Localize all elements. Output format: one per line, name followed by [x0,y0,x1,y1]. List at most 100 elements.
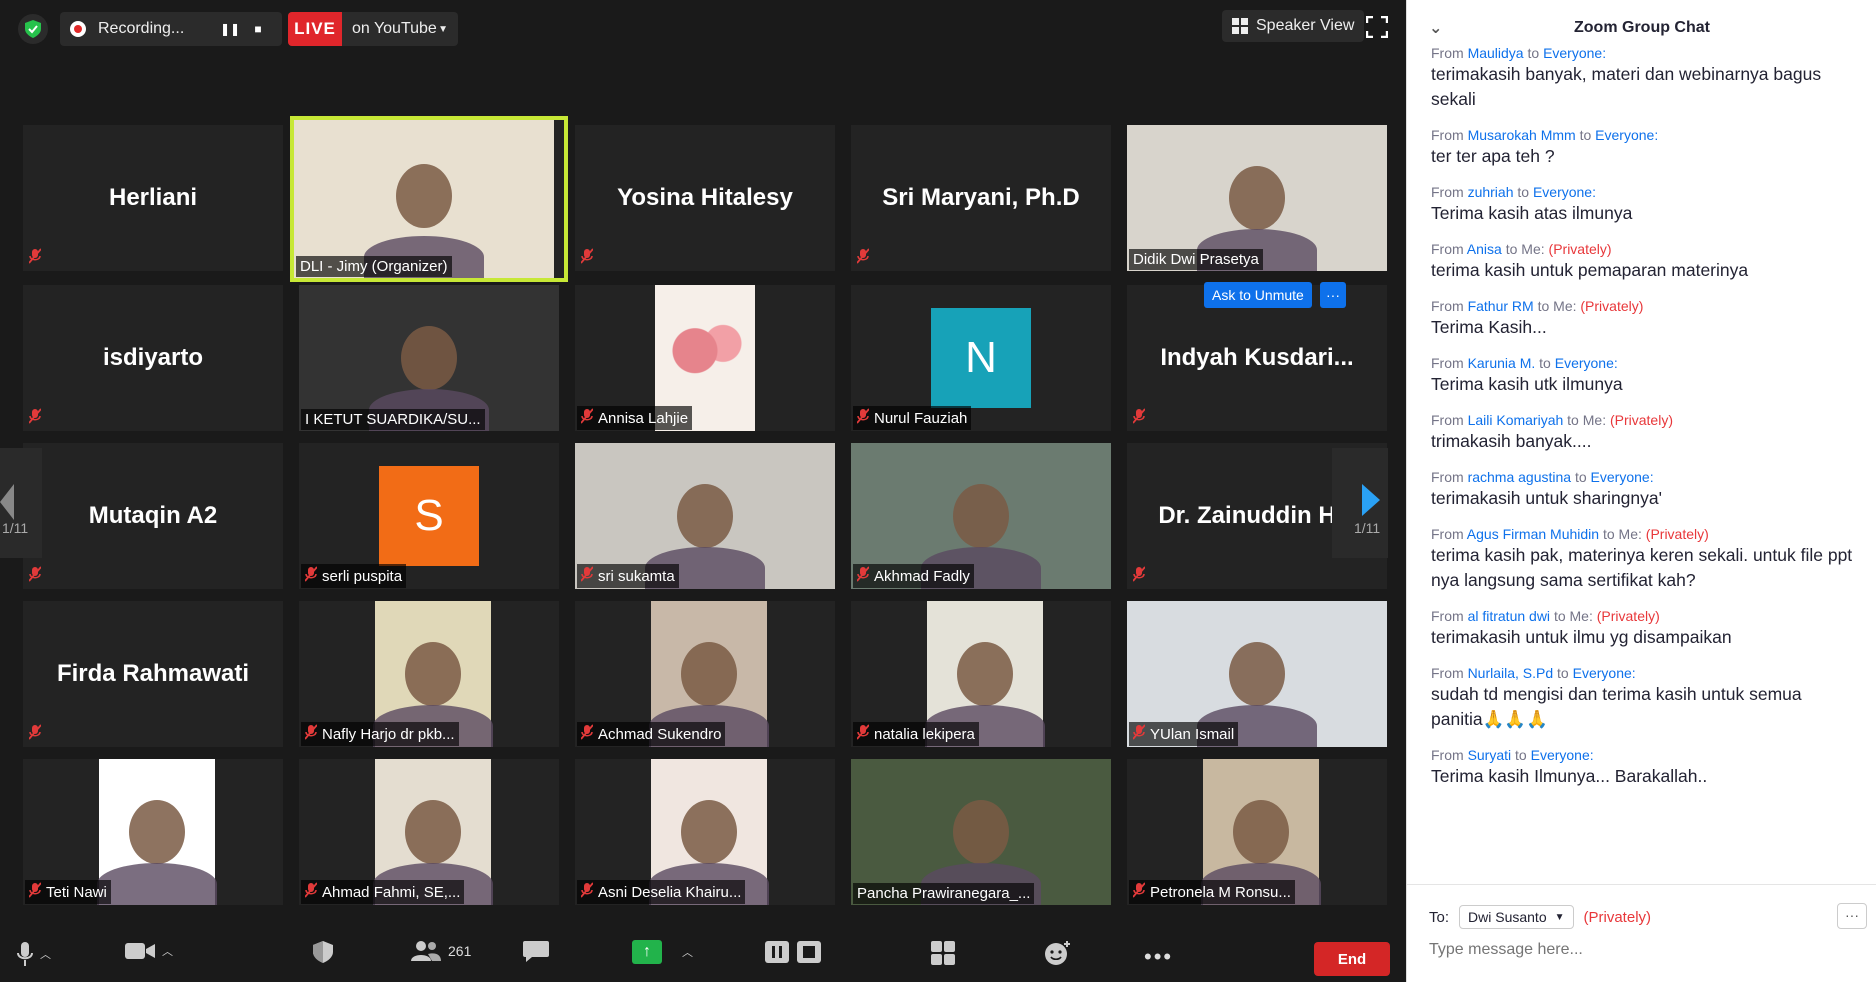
participant-tile[interactable]: Sserli puspita [299,443,559,589]
tile-more-button[interactable]: ··· [1320,282,1346,308]
participant-tile[interactable]: Mutaqin A2 [23,443,283,589]
sender-name[interactable]: Nurlaila, S.Pd [1468,665,1554,681]
ask-to-unmute-button[interactable]: Ask to Unmute [1204,282,1312,308]
sender-name[interactable]: Anisa [1467,241,1502,257]
participant-display-name: Asni Deselia Khairu... [598,883,742,901]
to-word: to [1527,45,1540,61]
participant-display-name: Didik Dwi Prasetya [1133,251,1259,268]
from-word: From [1431,45,1464,61]
participant-label [1129,564,1149,588]
participant-tile[interactable]: Sri Maryani, Ph.D [851,125,1111,271]
person-silhouette [97,863,217,905]
chevron-up-icon[interactable]: ︿ [682,944,693,960]
muted-mic-icon [28,566,42,586]
audio-control[interactable]: ︿ [16,940,51,968]
chat-message: From Laili Komariyah to Me: (Privately) t… [1407,411,1876,454]
from-word: From [1431,469,1464,485]
participant-tile[interactable]: Firda Rahmawati [23,601,283,747]
sender-name[interactable]: Musarokah Mmm [1468,127,1576,143]
sender-name[interactable]: Suryati [1468,747,1512,763]
sender-name[interactable]: Laili Komariyah [1468,412,1564,428]
participant-tile[interactable]: N Nurul Fauziah [851,285,1111,431]
smiley-icon [1045,941,1070,965]
security-shield-icon[interactable] [18,14,48,44]
chevron-down-icon[interactable]: ⌄ [1429,18,1442,38]
fullscreen-icon[interactable] [1364,14,1390,40]
participant-tile[interactable]: Nafly Harjo dr pkb... [299,601,559,747]
muted-mic-icon [1132,882,1146,902]
participant-tile[interactable]: YUlan Ismail [1127,601,1387,747]
meeting-area: Recording... ❚❚ ■ LIVE on YouTube ▼ Spea… [0,0,1406,982]
reactions-button[interactable] [1044,940,1072,966]
participant-label: YUlan Ismail [1129,722,1239,746]
participant-tile[interactable]: Yosina Hitalesy [575,125,835,271]
security-button[interactable] [312,940,334,964]
live-stream-indicator[interactable]: LIVE on YouTube ▼ [288,12,458,46]
to-word: to [1579,127,1592,143]
participant-tile[interactable]: Petronela M Ronsu... [1127,759,1387,905]
to-word: to [1553,608,1566,624]
chat-message-input[interactable] [1429,941,1849,959]
sender-name[interactable]: rachma agustina [1468,469,1572,485]
participant-display-name: DLI - Jimy (Organizer) [300,258,448,275]
participant-tile[interactable]: Didik Dwi Prasetya [1127,125,1387,271]
participant-tile[interactable]: Achmad Sukendro [575,601,835,747]
muted-mic-icon [856,566,870,586]
sender-name[interactable]: Agus Firman Muhidin [1467,526,1599,542]
microphone-icon [17,942,33,966]
breakout-rooms-button[interactable] [930,940,956,966]
sender-name[interactable]: al fitratun dwi [1468,608,1550,624]
participant-tile[interactable]: DLI - Jimy (Organizer) [290,116,568,282]
chat-bubble-icon [523,941,549,962]
participant-display-name: YUlan Ismail [1150,725,1235,743]
recording-label: Recording... [98,20,185,37]
next-page-button[interactable]: 1/11 [1332,448,1388,558]
chat-message: From Maulidya to Everyone: terimakasih ba… [1407,44,1876,112]
chat-message-list[interactable]: From Maulidya to Everyone: terimakasih ba… [1407,44,1876,874]
participant-tile[interactable]: natalia lekipera [851,601,1111,747]
participants-button[interactable]: 261 [410,940,471,962]
person-silhouette [681,641,737,706]
chat-message-meta: From Fathur RM to Me: (Privately) [1431,297,1853,315]
participant-tile[interactable]: sri sukamta [575,443,835,589]
pause-recording-icon[interactable]: ❚❚ [216,15,244,43]
sender-name[interactable]: Maulidya [1468,45,1524,61]
recording-controls[interactable] [764,940,822,964]
chat-message-text: terima kasih pak, materinya keren sekali… [1431,545,1853,590]
share-screen-button[interactable]: ↑ ︿ [632,940,693,964]
chevron-up-icon[interactable]: ︿ [162,943,173,959]
participant-label: Nafly Harjo dr pkb... [301,722,459,746]
chat-more-button[interactable]: ··· [1837,903,1867,929]
muted-mic-icon [856,248,870,268]
speaker-view-button[interactable]: Speaker View [1222,10,1365,42]
muted-mic-icon [1132,408,1146,428]
chat-message: From rachma agustina to Everyone: terimak… [1407,468,1876,511]
participant-tile[interactable]: Akhmad Fadly [851,443,1111,589]
muted-mic-icon [304,882,318,902]
chat-button[interactable] [522,940,550,964]
participant-tile[interactable]: Asni Deselia Khairu... [575,759,835,905]
participant-tile[interactable]: Annisa Lahjie [575,285,835,431]
video-control[interactable]: ︿ [124,940,173,962]
participant-tile[interactable]: Ahmad Fahmi, SE,... [299,759,559,905]
participant-tile[interactable]: isdiyarto [23,285,283,431]
previous-page-button[interactable]: 1/11 [0,448,42,558]
sender-name[interactable]: Karunia M. [1468,355,1536,371]
more-options-icon[interactable]: ••• [1144,944,1173,970]
chevron-up-icon[interactable]: ︿ [40,946,51,962]
participant-label: Achmad Sukendro [577,722,726,746]
participant-label: DLI - Jimy (Organizer) [296,256,452,277]
stop-recording-icon[interactable]: ■ [244,15,272,43]
sender-name[interactable]: zuhriah [1468,184,1514,200]
sender-name[interactable]: Fathur RM [1468,298,1534,314]
muted-mic-icon [1132,566,1146,586]
participant-display-name: I KETUT SUARDIKA/SU... [305,411,481,428]
participant-tile[interactable]: Herliani [23,125,283,271]
recipient-select[interactable]: Dwi Susanto ▼ [1459,905,1574,929]
participant-tile[interactable]: I KETUT SUARDIKA/SU... [299,285,559,431]
participant-tile[interactable]: Pancha Prawiranegara_... [851,759,1111,905]
recipient: Me: [1582,412,1607,428]
recipient: Everyone: [1530,747,1594,763]
participant-tile[interactable]: Teti Nawi [23,759,283,905]
end-meeting-button[interactable]: End [1314,942,1390,976]
